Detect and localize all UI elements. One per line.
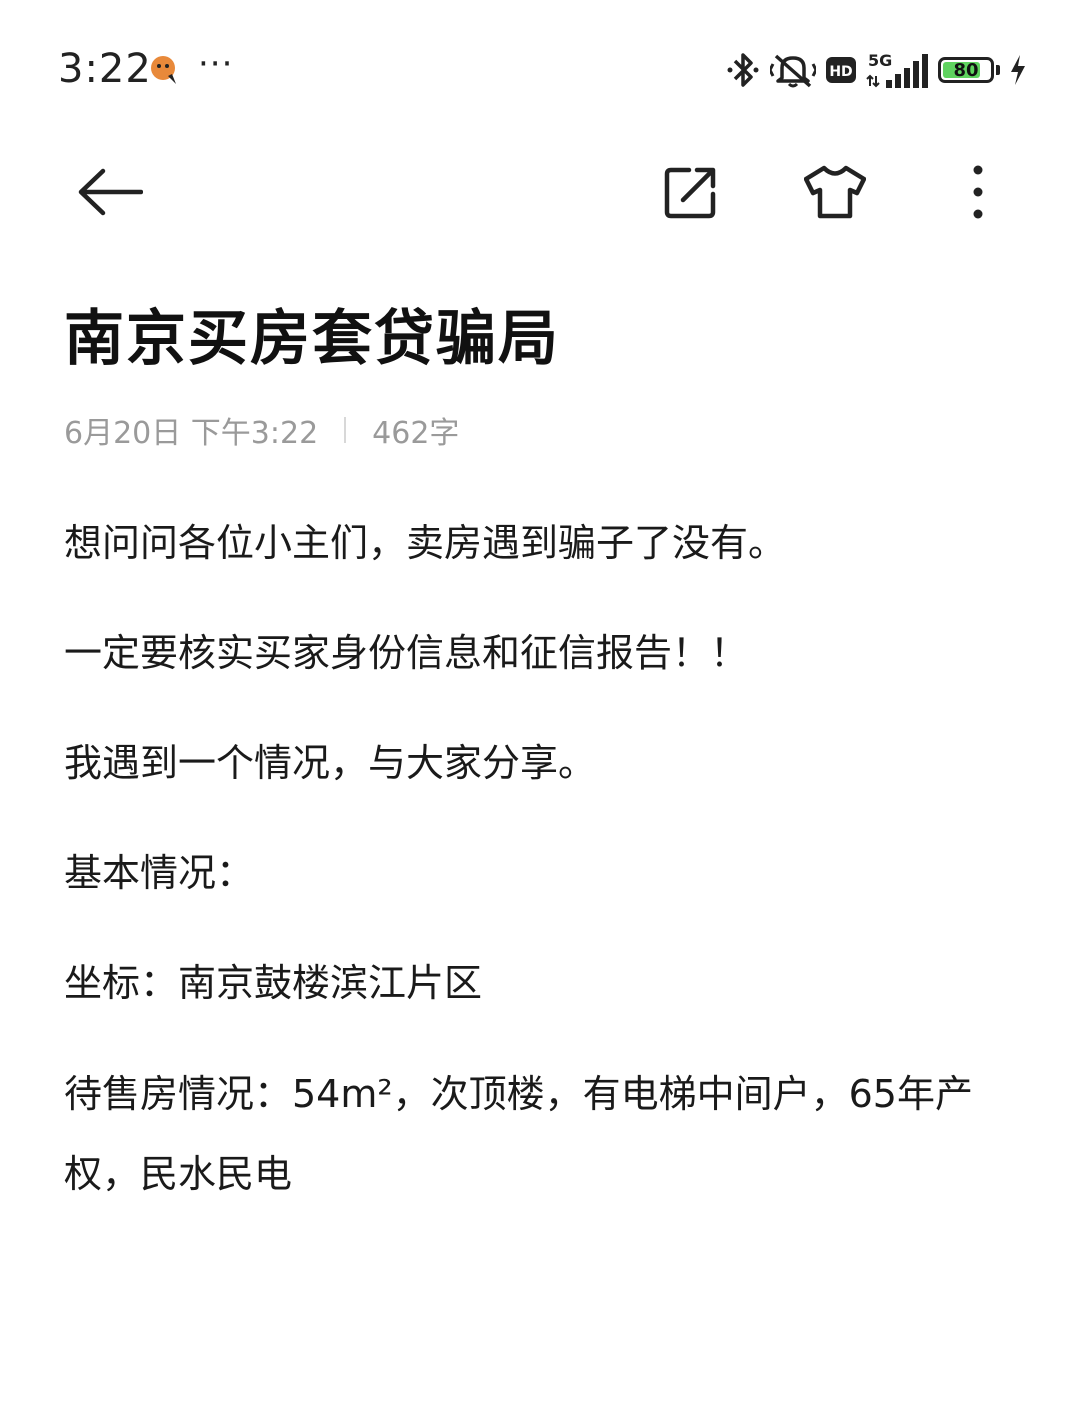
note-paragraph: 想问问各位小主们，卖房遇到骗子了没有。 [64,521,787,565]
note-paragraph: 我遇到一个情况，与大家分享。 [64,741,597,785]
meta-divider [344,417,347,443]
notification-bubble-icon [150,54,180,86]
5g-signal-icon: 5G [866,50,928,90]
charging-icon [1010,55,1026,85]
note-paragraph: 基本情况： [64,851,255,895]
theme-skin-button[interactable] [799,156,871,228]
back-button[interactable] [74,156,146,228]
note-word-count: 462字 [372,416,460,451]
note-title[interactable]: 南京买房套贷骗局 [64,290,560,377]
back-arrow-icon [78,168,143,216]
note-body[interactable]: 想问问各位小主们，卖房遇到骗子了没有。 一定要核实买家身份信息和征信报告！！ 我… [64,514,1004,1266]
svg-text:HD: HD [829,64,852,80]
hd-icon: HD [826,57,856,83]
bluetooth-icon [726,50,760,90]
status-icons: HD 5G 80 [726,50,1026,90]
note-paragraph: 一定要核实买家身份信息和征信报告！！ [64,631,749,675]
tshirt-skin-icon [804,165,866,219]
battery-tip [996,65,1000,75]
more-options-button[interactable] [942,156,1014,228]
note-paragraph: 待售房情况：54m²，次顶楼，有电梯中间户，65年产权，民水民电 [64,1072,973,1196]
note-date: 6月20日 下午3:22 [64,416,319,451]
top-navigation [0,140,1080,240]
share-button[interactable] [655,156,727,228]
battery-text: 80 [953,59,979,81]
share-icon [664,167,716,219]
battery-icon: 80 [938,57,994,83]
status-time: 3:22 [58,46,152,92]
more-vertical-icon [973,165,983,219]
status-bar: 3:22 ··· HD 5G 80 [0,0,1080,140]
status-more-indicator: ··· [198,44,234,84]
svg-text:5G: 5G [868,51,892,70]
mute-icon [770,50,816,90]
note-meta: 6月20日 下午3:22 462字 [64,408,459,452]
note-paragraph: 坐标：南京鼓楼滨江片区 [64,961,483,1005]
